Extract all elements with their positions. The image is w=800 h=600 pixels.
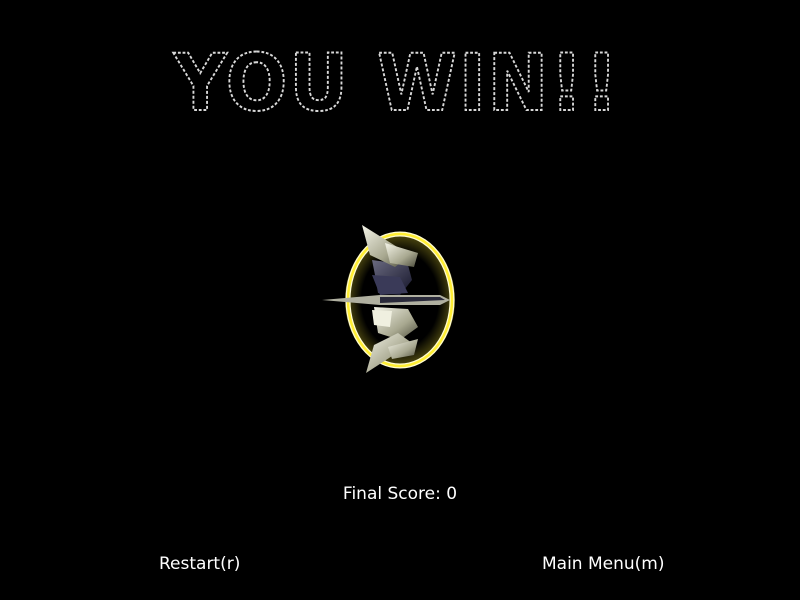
final-score-readout: Final Score: 0 <box>0 484 800 504</box>
spaceship-graphic <box>322 225 455 373</box>
ship-lower-highlight <box>372 310 392 327</box>
victory-screen: YOU WIN!! Final Score: 0 Restart(r) Main… <box>0 0 800 600</box>
restart-button[interactable]: Restart(r) <box>159 554 240 574</box>
final-score-value: 0 <box>446 484 458 504</box>
you-win-banner: YOU WIN!! <box>0 38 800 118</box>
player-ship-model <box>300 215 500 385</box>
final-score-label: Final Score: <box>342 484 441 504</box>
you-win-title-graphic: YOU WIN!! <box>172 38 620 118</box>
main-menu-button[interactable]: Main Menu(m) <box>542 554 665 574</box>
you-win-title: YOU WIN!! <box>173 39 620 118</box>
